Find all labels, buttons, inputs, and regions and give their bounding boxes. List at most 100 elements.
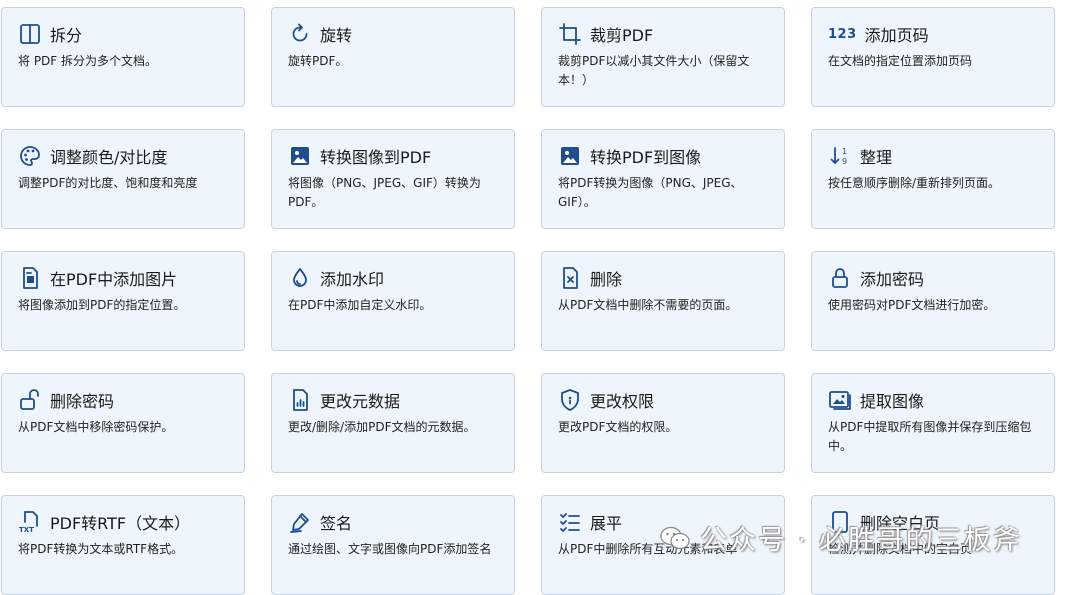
tool-card-header: 转换PDF到图像: [558, 142, 772, 170]
tool-card-crop[interactable]: 裁剪PDF 裁剪PDF以减小其文件大小（保留文本！）: [541, 7, 785, 107]
tool-card-title: 删除空白页: [860, 514, 941, 533]
txt-file-icon: TXT: [18, 510, 42, 534]
tool-card-image[interactable]: 转换图像到PDF 将图像（PNG、JPEG、GIF）转换为PDF。: [271, 129, 515, 229]
tool-card-description: 更改/删除/添加PDF文档的元数据。: [288, 420, 476, 434]
tool-card-description: 从PDF中删除所有互动元素和表单: [558, 542, 738, 556]
split-icon: [18, 22, 42, 46]
tool-card-page-number[interactable]: 123 添加页码在文档的指定位置添加页码: [811, 7, 1055, 107]
tool-card-description: 从PDF文档中删除不需要的页面。: [558, 298, 738, 312]
tool-card-header: 裁剪PDF: [558, 20, 772, 48]
tool-card-header: 删除空白页: [828, 508, 1042, 536]
tool-card-title: 整理: [860, 148, 893, 167]
tool-card-header: 提取图像: [828, 386, 1042, 414]
palette-icon: [18, 144, 42, 168]
tool-card-rotate[interactable]: 旋转旋转PDF。: [271, 7, 515, 107]
tool-card-sort[interactable]: 1 9 整理按任意顺序删除/重新排列页面。: [811, 129, 1055, 229]
tool-card-title: 转换图像到PDF: [320, 148, 432, 167]
tool-card-title: 调整颜色/对比度: [50, 148, 168, 167]
tool-card-description: 使用密码对PDF文档进行加密。: [828, 298, 996, 312]
tool-card-title: 旋转: [320, 26, 353, 45]
tool-card-header: 转换图像到PDF: [288, 142, 502, 170]
tool-card-description: 在文档的指定位置添加页码: [828, 54, 973, 68]
tool-card-description: 通过绘图、文字或图像向PDF添加签名: [288, 542, 492, 556]
lock-icon: [828, 266, 852, 290]
tool-card-title: 添加密码: [860, 270, 925, 289]
tool-card-title: 删除密码: [50, 392, 115, 411]
tool-card-header: 调整颜色/对比度: [18, 142, 232, 170]
tool-card-description: 将图像添加到PDF的指定位置。: [18, 298, 186, 312]
tool-card-title: 删除: [590, 270, 623, 289]
tool-card-description: 按任意顺序删除/重新排列页面。: [828, 176, 1001, 190]
tool-card-lock[interactable]: 添加密码使用密码对PDF文档进行加密。: [811, 251, 1055, 351]
water-drop-icon: [288, 266, 312, 290]
tool-card-title: 添加页码: [864, 26, 929, 45]
tool-card-header: 更改权限: [558, 386, 772, 414]
tool-card-description: 在PDF中添加自定义水印。: [288, 298, 432, 312]
image-icon: [558, 144, 582, 168]
tool-card-title: 拆分: [50, 26, 83, 45]
tool-card-header: 添加水印: [288, 264, 502, 292]
tool-card-header: 展平: [558, 508, 772, 536]
tool-card-header: 更改元数据: [288, 386, 502, 414]
tool-card-title: 更改权限: [590, 392, 655, 411]
delete-file-icon: [558, 266, 582, 290]
sort-icon: 19: [828, 144, 852, 168]
tool-card-image[interactable]: 转换PDF到图像将PDF转换为图像（PNG、JPEG、GIF）。: [541, 129, 785, 229]
add-image-icon: [18, 266, 42, 290]
blank-page-icon: [828, 510, 852, 534]
tool-card-palette[interactable]: 调整颜色/对比度调整PDF的对比度、饱和度和亮度: [1, 129, 245, 229]
tool-card-split[interactable]: 拆分将 PDF 拆分为多个文档。: [1, 7, 245, 107]
tool-card-description: 将PDF转换为图像（PNG、JPEG、GIF）。: [558, 176, 743, 209]
tool-card-header: 签名: [288, 508, 502, 536]
tool-card-signature[interactable]: 签名通过绘图、文字或图像向PDF添加签名: [271, 495, 515, 595]
tool-card-delete-file[interactable]: 删除从PDF文档中删除不需要的页面。: [541, 251, 785, 351]
svg-text:1: 1: [842, 147, 847, 156]
tool-card-header: 拆分: [18, 20, 232, 48]
rotate-icon: [288, 22, 312, 46]
tool-card-header: 123 添加页码: [828, 20, 1042, 48]
tool-card-blank-page[interactable]: 删除空白页检测并删除文档中的空白页: [811, 495, 1055, 595]
tool-card-description: 将 PDF 拆分为多个文档。: [18, 54, 158, 68]
tool-card-title: 更改元数据: [320, 392, 401, 411]
images-icon: [828, 388, 852, 412]
tool-card-description: 将图像（PNG、JPEG、GIF）转换为PDF。: [288, 176, 481, 209]
tool-card-shield[interactable]: 更改权限更改PDF文档的权限。: [541, 373, 785, 473]
tool-grid: 拆分将 PDF 拆分为多个文档。 旋转 旋转PDF。 裁剪PDF 裁剪PDF以减小其文件…: [0, 7, 1080, 595]
unlock-icon: [18, 388, 42, 412]
tool-card-header: 1 9 整理: [828, 142, 1042, 170]
tool-card-title: 提取图像: [860, 392, 925, 411]
svg-text:TXT: TXT: [19, 526, 34, 534]
tool-card-description: 检测并删除文档中的空白页: [828, 542, 973, 556]
tool-card-txt-file[interactable]: TXT PDF转RTF（文本） 将PDF转换为文本或RTF格式。: [1, 495, 245, 595]
crop-icon: [558, 22, 582, 46]
tool-card-description: 从PDF中提取所有图像并保存到压缩包中。: [828, 420, 1032, 453]
tool-card-title: 签名: [320, 514, 353, 533]
tool-card-description: 裁剪PDF以减小其文件大小（保留文本！）: [558, 54, 750, 87]
tool-card-header: 删除密码: [18, 386, 232, 414]
tool-card-add-image[interactable]: 在PDF中添加图片将图像添加到PDF的指定位置。: [1, 251, 245, 351]
tool-card-description: 调整PDF的对比度、饱和度和亮度: [18, 176, 198, 190]
tool-card-water-drop[interactable]: 添加水印在PDF中添加自定义水印。: [271, 251, 515, 351]
tool-card-description: 从PDF文档中移除密码保护。: [18, 420, 174, 434]
tool-card-description: 更改PDF文档的权限。: [558, 420, 678, 434]
tool-card-title: 添加水印: [320, 270, 385, 289]
tool-card-metadata[interactable]: 更改元数据更改/删除/添加PDF文档的元数据。: [271, 373, 515, 473]
tool-card-header: 添加密码: [828, 264, 1042, 292]
shield-icon: [558, 388, 582, 412]
flatten-icon: [558, 510, 582, 534]
tool-card-header: TXT PDF转RTF（文本）: [18, 508, 232, 536]
tool-card-unlock[interactable]: 删除密码从PDF文档中移除密码保护。: [1, 373, 245, 473]
tool-card-flatten[interactable]: 展平从PDF中删除所有互动元素和表单: [541, 495, 785, 595]
tool-card-title: PDF转RTF（文本）: [50, 514, 191, 533]
tool-card-header: 在PDF中添加图片: [18, 264, 232, 292]
tool-card-title: 裁剪PDF: [590, 26, 654, 45]
image-icon: [288, 144, 312, 168]
svg-text:9: 9: [842, 157, 847, 166]
tool-card-images[interactable]: 提取图像从PDF中提取所有图像并保存到压缩包中。: [811, 373, 1055, 473]
tool-card-title: 展平: [590, 514, 623, 533]
tool-card-description: 旋转PDF。: [288, 54, 348, 68]
tool-card-description: 将PDF转换为文本或RTF格式。: [18, 542, 184, 556]
tool-card-title: 转换PDF到图像: [590, 148, 702, 167]
signature-icon: [288, 510, 312, 534]
page-number-icon: 123: [828, 26, 857, 42]
